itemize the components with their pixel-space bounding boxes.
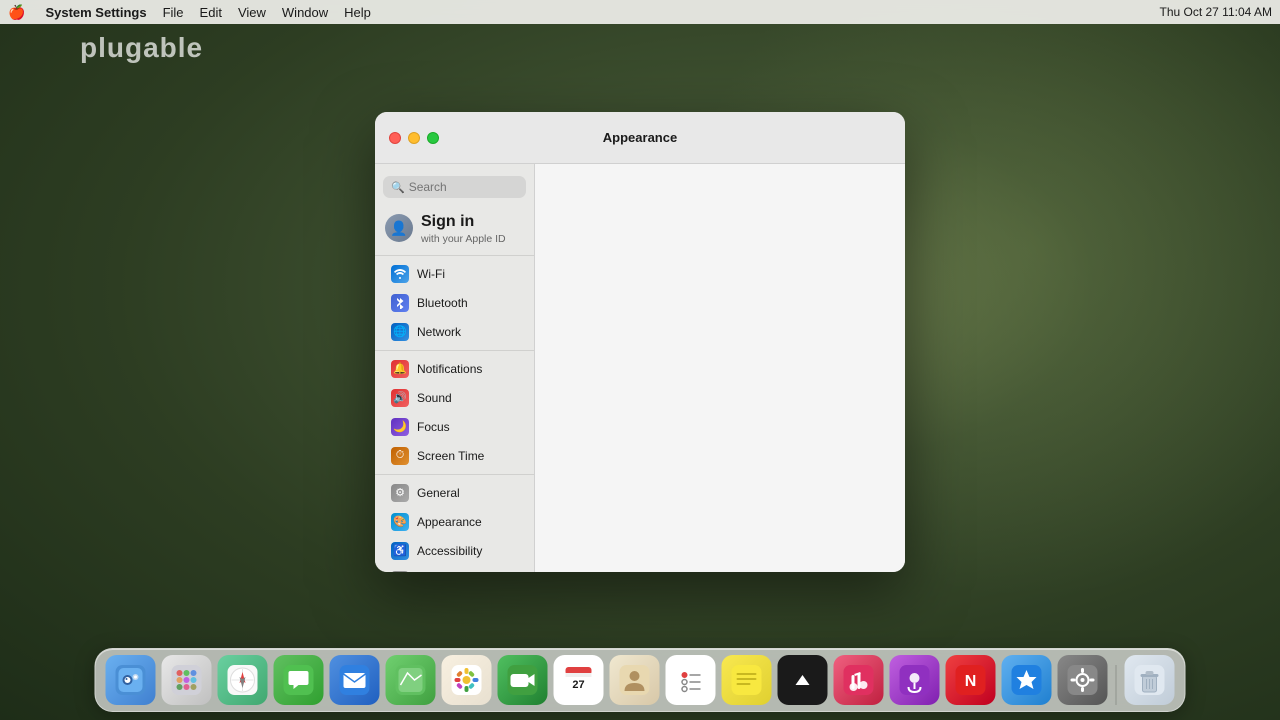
apple-menu[interactable]: 🍎 — [8, 4, 25, 21]
menubar-left: 🍎 System Settings File Edit View Window … — [8, 4, 371, 21]
main-content — [535, 164, 905, 572]
dock-item-podcasts[interactable] — [890, 655, 940, 705]
dock-item-calendar[interactable]: 27 — [554, 655, 604, 705]
dock-item-messages[interactable] — [274, 655, 324, 705]
bluetooth-icon — [391, 294, 409, 312]
sidebar-label-screentime: Screen Time — [417, 449, 484, 463]
search-bar[interactable]: 🔍 — [383, 176, 526, 198]
sound-icon: 🔊 — [391, 389, 409, 407]
sidebar-item-accessibility[interactable]: ♿ Accessibility — [381, 537, 528, 565]
sidebar-item-screentime[interactable]: ⏱ Screen Time — [381, 442, 528, 470]
appearance-icon: 🎨 — [391, 513, 409, 531]
dock-item-mail[interactable] — [330, 655, 380, 705]
menubar-edit[interactable]: Edit — [200, 5, 222, 20]
avatar: 👤 — [385, 214, 413, 242]
sidebar-label-notifications: Notifications — [417, 362, 482, 376]
sidebar-label-bluetooth: Bluetooth — [417, 296, 468, 310]
sidebar-item-general[interactable]: ⚙ General — [381, 479, 528, 507]
traffic-lights — [389, 132, 439, 144]
sidebar-label-general: General — [417, 486, 460, 500]
menubar-file[interactable]: File — [163, 5, 184, 20]
notifications-icon: 🔔 — [391, 360, 409, 378]
dock-item-music[interactable] — [834, 655, 884, 705]
dock-item-safari[interactable] — [218, 655, 268, 705]
controlcenter-icon: ⊞ — [391, 571, 409, 572]
sidebar-divider-1 — [375, 255, 534, 256]
general-icon: ⚙ — [391, 484, 409, 502]
menubar: 🍎 System Settings File Edit View Window … — [0, 0, 1280, 24]
signin-main: Sign in — [421, 212, 506, 233]
sidebar-item-bluetooth[interactable]: Bluetooth — [381, 289, 528, 317]
sidebar-divider-3 — [375, 474, 534, 475]
dock-item-contacts[interactable] — [610, 655, 660, 705]
sidebar-label-sound: Sound — [417, 391, 452, 405]
screentime-icon: ⏱ — [391, 447, 409, 465]
dock-item-appletv[interactable] — [778, 655, 828, 705]
accessibility-icon: ♿ — [391, 542, 409, 560]
svg-text:N: N — [965, 673, 977, 690]
sidebar: 🔍 👤 Sign in with your Apple ID — [375, 164, 535, 572]
sidebar-label-network: Network — [417, 325, 461, 339]
menubar-app-name[interactable]: System Settings — [45, 5, 146, 20]
sidebar-label-accessibility: Accessibility — [417, 544, 482, 558]
sidebar-label-focus: Focus — [417, 420, 450, 434]
window-titlebar: Appearance — [375, 112, 905, 164]
sidebar-divider-2 — [375, 350, 534, 351]
dock-item-notes[interactable] — [722, 655, 772, 705]
sidebar-item-appearance[interactable]: 🎨 Appearance — [381, 508, 528, 536]
search-input[interactable] — [409, 180, 518, 194]
dock-item-news[interactable]: N — [946, 655, 996, 705]
dock-divider — [1116, 665, 1117, 705]
dock-item-facetime[interactable] — [498, 655, 548, 705]
dock-item-trash[interactable] — [1125, 655, 1175, 705]
sidebar-label-appearance: Appearance — [417, 515, 482, 529]
dock: 27 — [95, 648, 1186, 712]
menubar-help[interactable]: Help — [344, 5, 371, 20]
menubar-window[interactable]: Window — [282, 5, 328, 20]
sidebar-item-notifications[interactable]: 🔔 Notifications — [381, 355, 528, 383]
window-title: Appearance — [603, 130, 677, 145]
menubar-datetime: Thu Oct 27 11:04 AM — [1159, 5, 1272, 19]
focus-icon: 🌙 — [391, 418, 409, 436]
dock-item-appstore[interactable] — [1002, 655, 1052, 705]
minimize-button[interactable] — [408, 132, 420, 144]
sidebar-item-focus[interactable]: 🌙 Focus — [381, 413, 528, 441]
sidebar-item-sound[interactable]: 🔊 Sound — [381, 384, 528, 412]
system-settings-window: Appearance 🔍 👤 Sign in with your Apple I… — [375, 112, 905, 572]
dock-item-photos[interactable] — [442, 655, 492, 705]
sidebar-item-wifi[interactable]: Wi-Fi — [381, 260, 528, 288]
dock-item-reminders[interactable] — [666, 655, 716, 705]
sidebar-item-network[interactable]: 🌐 Network — [381, 318, 528, 346]
sidebar-label-wifi: Wi-Fi — [417, 267, 445, 281]
window-body: 🔍 👤 Sign in with your Apple ID — [375, 164, 905, 572]
dock-item-finder[interactable] — [106, 655, 156, 705]
menubar-right: Thu Oct 27 11:04 AM — [1159, 5, 1272, 19]
signin-sub: with your Apple ID — [421, 233, 506, 245]
wifi-icon — [391, 265, 409, 283]
dock-item-launchpad[interactable] — [162, 655, 212, 705]
close-button[interactable] — [389, 132, 401, 144]
desktop: 🍎 System Settings File Edit View Window … — [0, 0, 1280, 720]
sidebar-item-controlcenter[interactable]: ⊞ Control Center — [381, 566, 528, 572]
maximize-button[interactable] — [427, 132, 439, 144]
menubar-view[interactable]: View — [238, 5, 266, 20]
dock-item-maps[interactable] — [386, 655, 436, 705]
search-icon: 🔍 — [391, 181, 405, 194]
plugable-logo: plugable — [80, 32, 203, 64]
dock-item-sysprefs[interactable] — [1058, 655, 1108, 705]
signin-text: Sign in with your Apple ID — [421, 212, 506, 245]
svg-text:27: 27 — [572, 679, 584, 691]
signin-section[interactable]: 👤 Sign in with your Apple ID — [375, 206, 534, 251]
network-icon: 🌐 — [391, 323, 409, 341]
